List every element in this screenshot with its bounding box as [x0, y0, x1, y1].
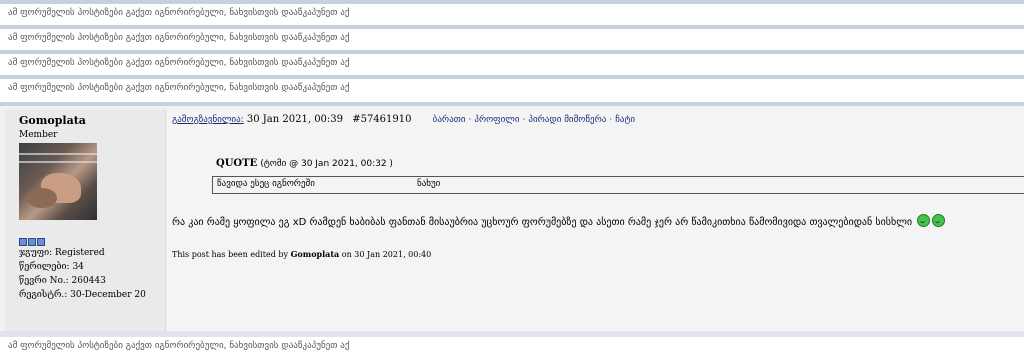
action-card[interactable]: ბარათი: [433, 115, 466, 125]
post-text-content: რა კაი რამე ყოფილა ეგ xD რამდენ ხაბიბას …: [172, 217, 913, 228]
ignored-post-row[interactable]: ამ ფორუმელის პოსტიზები გაქვთ იგნორირებულ…: [0, 75, 1024, 99]
action-chat[interactable]: ჩატი: [615, 115, 635, 125]
author-stat-group: ჯგუფი: Registered: [19, 248, 105, 258]
ignored-post-notice[interactable]: ამ ფორუმელის პოსტიზები გაქვთ იგნორირებულ…: [8, 8, 349, 18]
ignored-post-notice[interactable]: ამ ფორუმელის პოსტიზები გაქვთ იგნორირებულ…: [8, 58, 349, 68]
edited-prefix: This post has been edited by: [172, 250, 289, 259]
quote-text-left: წავიდა ესეც იგნორეში: [217, 179, 315, 189]
author-panel: Gomoplata Member ჯგუფი: Registered წერილ…: [5, 110, 166, 337]
post-text: რა კაი რამე ყოფილა ეგ xD რამდენ ხაბიბას …: [172, 214, 946, 228]
action-private-message[interactable]: პირადი მიმოწერა: [528, 115, 606, 125]
ignored-post-row[interactable]: ამ ფორუმელის პოსტიზები გაქვთ იგნორირებულ…: [0, 337, 1024, 357]
quote-text-right: ნახუი: [417, 179, 441, 189]
smiley-icon: [932, 214, 946, 227]
quote-box: წავიდა ესეც იგნორეში ნახუი: [212, 176, 1024, 194]
ignored-post-row[interactable]: ამ ფორუმელის პოსტიზები გაქვთ იგნორირებულ…: [0, 25, 1024, 49]
ignored-post-notice[interactable]: ამ ფორუმელის პოსტიზები გაქვთ იგნორირებულ…: [8, 33, 349, 43]
post-header: გამოგზავნილია: 30 Jan 2021, 00:39 #57461…: [172, 114, 635, 125]
edited-suffix: on 30 Jan 2021, 00:40: [341, 250, 432, 259]
author-group: Member: [19, 130, 58, 140]
quote-header: QUOTE (ტომი @ 30 Jan 2021, 00:32 ): [216, 158, 393, 169]
ignored-post-row[interactable]: ამ ფორუმელის პოსტიზები გაქვთ იგნორირებულ…: [0, 50, 1024, 74]
action-profile[interactable]: პროფილი: [474, 115, 519, 125]
post-actions: ბარათი · პროფილი · პირადი მიმოწერა · ჩატი: [432, 115, 636, 125]
ignored-post-row[interactable]: ამ ფორუმელის პოსტიზები გაქვთ იგნორირებულ…: [0, 0, 1024, 24]
quote-author: (ტომი @ 30 Jan 2021, 00:32 ): [260, 159, 393, 169]
avatar: [19, 143, 97, 220]
author-stat-posts: წერილები: 34: [19, 262, 84, 272]
posted-label: გამოგზავნილია:: [172, 115, 244, 125]
forum-post: Gomoplata Member ჯგუფი: Registered წერილ…: [0, 102, 1024, 339]
rank-pips: [19, 238, 45, 246]
quote-label: QUOTE: [216, 158, 258, 169]
edited-note: This post has been edited by Gomoplata o…: [172, 249, 431, 259]
post-id-link[interactable]: #57461910: [352, 114, 411, 125]
author-stat-registered: რეგისტრ.: 30-December 20: [19, 290, 146, 300]
ignored-post-notice[interactable]: ამ ფორუმელის პოსტიზები გაქვთ იგნორირებულ…: [8, 83, 349, 93]
ignored-post-notice[interactable]: ამ ფორუმელის პოსტიზები გაქვთ იგნორირებულ…: [8, 341, 349, 351]
smiley-icon: [917, 214, 931, 227]
edited-by[interactable]: Gomoplata: [291, 249, 340, 259]
author-stat-member-no: წევრი No.: 260443: [19, 276, 106, 286]
post-body: გამოგზავნილია: 30 Jan 2021, 00:39 #57461…: [166, 110, 1024, 337]
post-date: 30 Jan 2021, 00:39: [246, 114, 344, 125]
author-name[interactable]: Gomoplata: [19, 114, 86, 127]
